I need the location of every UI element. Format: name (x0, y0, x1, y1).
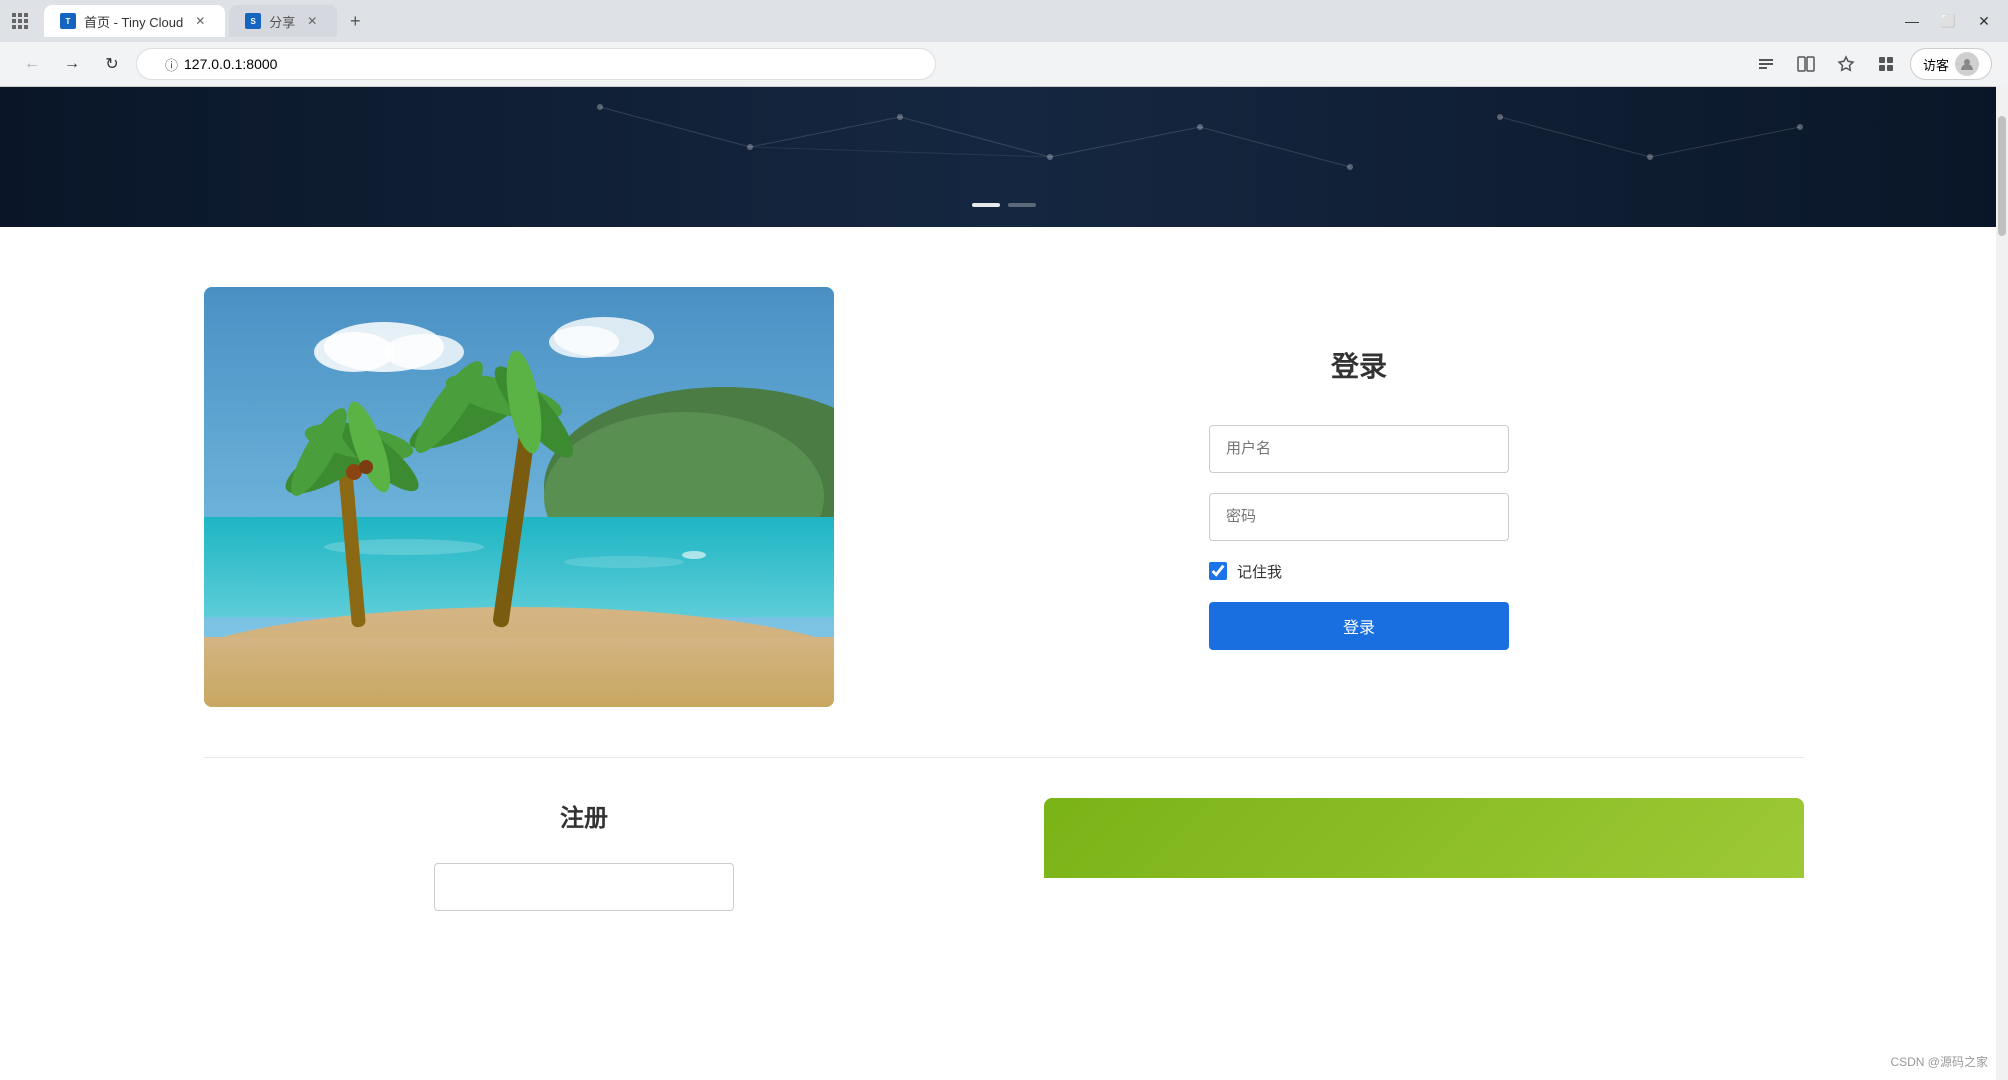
back-button[interactable]: ← (16, 48, 48, 80)
login-form: 记住我 登录 (1209, 425, 1509, 650)
url-input[interactable] (184, 56, 903, 72)
page-header-banner (0, 87, 2008, 227)
close-button[interactable]: ✕ (1968, 5, 2000, 37)
url-bar[interactable]: ⓘ (136, 48, 936, 80)
register-section: 注册 (204, 798, 964, 911)
register-title: 注册 (204, 798, 964, 833)
tab-home-label: 首页 - Tiny Cloud (84, 12, 183, 31)
beach-svg (204, 287, 834, 707)
favorites-button[interactable] (1830, 48, 1862, 80)
green-decorative-box (1044, 798, 1804, 878)
collections-button[interactable] (1870, 48, 1902, 80)
tab-home-close[interactable]: ✕ (191, 12, 209, 30)
remember-row: 记住我 (1209, 561, 1509, 582)
visitor-button[interactable]: 访客 (1910, 48, 1992, 80)
section-divider (204, 757, 1804, 758)
tab-share-label: 分享 (269, 12, 295, 31)
visitor-label: 访客 (1923, 55, 1949, 74)
login-section-row: 登录 记住我 登录 (204, 287, 1804, 707)
login-title: 登录 (1331, 345, 1387, 385)
split-view-button[interactable] (1790, 48, 1822, 80)
grid-icon[interactable] (11, 12, 29, 30)
tab-favicon-share: S (245, 13, 261, 29)
page-content: 登录 记住我 登录 注册 (0, 227, 2008, 971)
maximize-button[interactable]: ⬜ (1932, 5, 1964, 37)
username-input[interactable] (1209, 425, 1509, 473)
new-tab-button[interactable]: + (341, 7, 369, 35)
carousel-dot-1[interactable] (972, 203, 1000, 207)
address-bar: ← → ↻ ⓘ 访客 (0, 42, 2008, 86)
toolbar-right: 访客 (1750, 48, 1992, 80)
forward-button[interactable]: → (56, 48, 88, 80)
visitor-avatar (1955, 52, 1979, 76)
browser-chrome: T 首页 - Tiny Cloud ✕ S 分享 ✕ + — ⬜ ✕ ← → ↻… (0, 0, 2008, 87)
tab-home[interactable]: T 首页 - Tiny Cloud ✕ (44, 5, 225, 37)
carousel-dots (972, 203, 1036, 207)
right-image-section (1044, 798, 1804, 898)
login-button[interactable]: 登录 (1209, 602, 1509, 650)
login-section: 登录 记住我 登录 (914, 325, 1804, 670)
carousel-dot-2[interactable] (1008, 203, 1036, 207)
remember-label[interactable]: 记住我 (1237, 561, 1282, 582)
tab-share-close[interactable]: ✕ (303, 12, 321, 30)
footer-note: CSDN @源码之家 (1890, 1053, 1988, 1070)
tab-bar: T 首页 - Tiny Cloud ✕ S 分享 ✕ + — ⬜ ✕ (0, 0, 2008, 42)
password-input[interactable] (1209, 493, 1509, 541)
refresh-button[interactable]: ↻ (96, 48, 128, 80)
tab-favicon-home: T (60, 13, 76, 29)
lock-icon: ⓘ (165, 55, 178, 74)
bottom-row: 注册 (204, 798, 1804, 911)
scrollbar-thumb[interactable] (1998, 116, 2006, 236)
tab-share[interactable]: S 分享 ✕ (229, 5, 337, 37)
minimize-button[interactable]: — (1896, 5, 1928, 37)
beach-image (204, 287, 834, 707)
browser-scrollbar[interactable] (1996, 86, 2008, 1080)
read-mode-button[interactable] (1750, 48, 1782, 80)
remember-checkbox[interactable] (1209, 562, 1227, 580)
